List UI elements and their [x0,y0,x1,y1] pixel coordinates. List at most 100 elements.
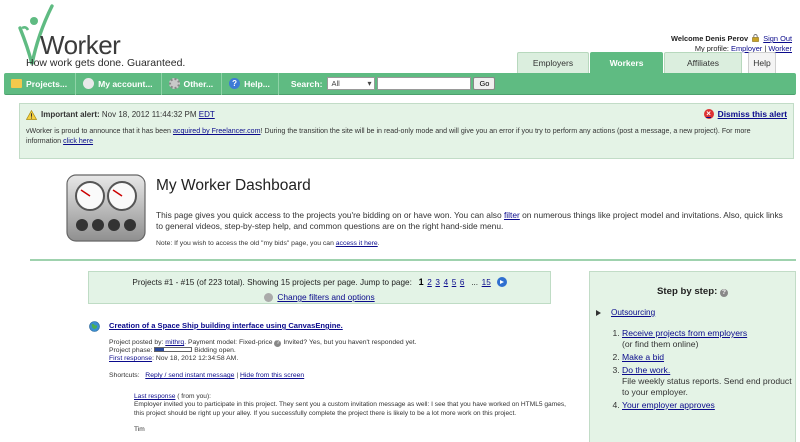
folder-icon [11,79,22,88]
phase-text: Bidding open. [194,347,236,355]
hide-project-link[interactable]: Hide from this screen [240,372,304,379]
old-bids-note: Note: If you wish to access the old "my … [156,240,380,247]
pager-page-2[interactable]: 2 [427,278,432,287]
step-link-make-bid[interactable]: Make a bid [622,352,664,362]
person-icon [83,78,95,89]
pager-page-current[interactable]: 1 [419,277,424,287]
filter-gear-icon [264,292,274,302]
tab-workers[interactable]: Workers [590,52,663,73]
step-item-4: Your employer approves [622,400,792,411]
projects-pager: Projects #1 - #15 (of 223 total). Showin… [88,271,551,304]
search-scope-select[interactable]: All [327,77,376,90]
alert-date: Nov 18, 2012 11:44:32 PM [101,110,197,119]
dashboard-intro: This page gives you quick access to the … [156,210,786,232]
employer-link[interactable]: mithrq [165,339,184,346]
step-item-3: Do the work. File weekly status reports.… [622,365,792,398]
reply-message-link[interactable]: Reply / send instant message [145,372,234,379]
step-item-1: Receive projects from employers (or find… [622,328,792,350]
globe-icon [89,321,100,332]
project-shortcuts: Shortcuts: Reply / send instant message … [109,372,304,379]
pager-page-4[interactable]: 4 [444,278,449,287]
pager-ellipsis: ... [471,277,479,287]
step-link-receive-projects[interactable]: Receive projects from employers [622,328,747,338]
step-help-icon[interactable]: ? [719,289,728,297]
last-response-text: Employer invited you to participate in t… [134,401,566,417]
page-title: My Worker Dashboard [156,177,311,194]
help-icon: ? [229,78,241,89]
pager-summary: Projects #1 - #15 (of 223 total). Showin… [132,277,412,287]
alert-body-text-1: vWorker is proud to announce that it has… [26,127,171,135]
access-it-here-link[interactable]: access it here [336,240,378,247]
welcome-panel: Welcome Denis Perov Sign Out My profile:… [671,34,792,54]
payment-help-icon[interactable]: ? [274,340,282,347]
intro-text-1: This page gives you quick access to the … [156,210,502,220]
tab-affiliates[interactable]: Affiliates [664,52,742,73]
posted-by-label: Project posted by: [109,339,164,346]
pager-page-3[interactable]: 3 [435,278,440,287]
alert-title: Important alert: Nov 18, 2012 11:44:32 P… [41,110,215,119]
alert-body: vWorker is proud to announce that it has… [26,127,781,146]
shortcut-separator: | [236,372,239,379]
menu-my-account[interactable]: My account... [76,72,162,95]
dismiss-alert-label: Dismiss this alert [717,109,787,119]
section-divider [30,259,796,261]
dashboard-gauges-icon [66,174,146,242]
menu-other[interactable]: Other... [162,72,223,95]
outsourcing-link[interactable]: Outsourcing [611,308,655,317]
search-label: Search: [290,78,323,89]
phase-progress-fill [155,348,165,352]
main-tabs: Employers Workers Affiliates Help [517,52,777,73]
menu-projects[interactable]: Projects... [4,72,77,95]
step-item-2: Make a bid [622,352,792,363]
tab-help[interactable]: Help [748,52,776,73]
alert-title-label: Important alert: [41,110,100,119]
vworker-logo[interactable]: Worker How work gets done. Guaranteed. [14,4,234,69]
step-by-step-panel: Step by step: ? Outsourcing Receive proj… [589,271,796,442]
step-text-1: (or find them online) [622,339,699,349]
pager-page-last[interactable]: 15 [482,278,491,287]
tab-employers[interactable]: Employers [517,52,589,73]
shortcuts-label: Shortcuts: [109,372,140,379]
menu-my-account-label: My account... [98,78,153,89]
menu-other-label: Other... [183,78,214,89]
step-link-employer-approves[interactable]: Your employer approves [622,400,715,410]
pager-page-5[interactable]: 5 [452,278,457,287]
alert-timezone-link[interactable]: EDT [199,110,215,119]
last-response: Last response ( from you): Employer invi… [134,393,574,435]
first-response-link[interactable]: First response [109,355,152,362]
pager-page-6[interactable]: 6 [460,278,465,287]
step-by-step-title: Step by step: ? [590,286,795,297]
lock-icon [752,34,759,42]
payment-model: . Payment model: Fixed-price [184,339,273,346]
next-page-icon[interactable] [496,277,507,287]
project-title-link[interactable]: Creation of a Space Ship building interf… [109,321,343,330]
change-filters-link[interactable]: Change filters and options [277,292,374,302]
first-response-date: : Nov 18, 2012 12:34:58 AM. [152,355,239,363]
search-input[interactable] [377,77,472,90]
search-go-button[interactable]: Go [473,77,496,90]
close-icon: × [703,109,714,119]
main-menu-bar: Projects... My account... Other... ? Hel… [4,72,796,95]
menu-help[interactable]: ? Help... [222,72,279,95]
click-here-link[interactable]: click here [63,137,93,145]
sign-out-link[interactable]: Sign Out [763,34,792,43]
warning-icon [26,110,37,120]
logo-tagline: How work gets done. Guaranteed. [26,57,186,69]
last-response-from: ( from you): [177,393,211,400]
step-by-step-heading: Step by step: [657,286,718,297]
filter-link[interactable]: filter [504,210,520,220]
last-response-link[interactable]: Last response [134,393,175,400]
steps-list: Receive projects from employers (or find… [606,328,792,413]
last-response-signature: Tim [134,426,145,434]
triangle-right-icon [596,309,601,316]
invited-status: Invited? Yes, but you haven't responded … [283,339,417,346]
search-bar: Search: All Go [291,77,496,90]
project-meta: Project posted by: mithrq. Payment model… [109,339,529,363]
phase-label: Project phase: [109,347,153,355]
outsourcing-item[interactable]: Outsourcing [596,308,655,317]
dismiss-alert-button[interactable]: × Dismiss this alert [703,109,787,119]
step-link-do-work[interactable]: Do the work. [622,365,670,375]
note-text-1: Note: If you wish to access the old "my … [156,240,334,247]
note-text-2: . [377,240,380,247]
acquired-link[interactable]: acquired by Freelancer.com [173,127,261,135]
